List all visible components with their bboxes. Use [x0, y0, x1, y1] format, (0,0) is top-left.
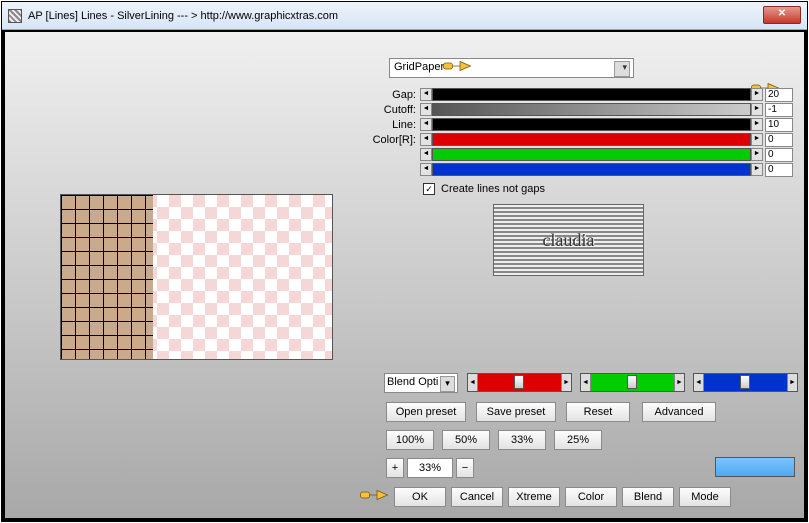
colorG-slider[interactable]: [432, 148, 751, 161]
gap-increase[interactable]: ►: [751, 88, 763, 101]
red-slider-inc[interactable]: ►: [561, 374, 571, 391]
preset-value: GridPaper: [394, 61, 444, 73]
red-slider-track[interactable]: [478, 374, 561, 391]
create-lines-checkbox-row: ✓ Create lines not gaps: [423, 183, 545, 195]
colorR-row: Color[R]: ◄ ► 0: [368, 132, 793, 147]
reset-button[interactable]: Reset: [566, 402, 630, 422]
colorB-slider[interactable]: [432, 163, 751, 176]
line-row: Line: ◄ ► 10: [368, 117, 793, 132]
logo-text: claudia: [543, 230, 595, 251]
line-slider[interactable]: [432, 118, 751, 131]
close-button[interactable]: ✕: [763, 6, 801, 24]
zoom-100-button[interactable]: 100%: [386, 430, 434, 450]
advanced-button[interactable]: Advanced: [642, 402, 716, 422]
colorG-value[interactable]: 0: [765, 148, 793, 162]
colorB-value[interactable]: 0: [765, 163, 793, 177]
blend-button[interactable]: Blend: [622, 487, 674, 507]
red-slider-dec[interactable]: ◄: [468, 374, 478, 391]
blue-slider-dec[interactable]: ◄: [694, 374, 704, 391]
logo-banner: claudia: [493, 204, 644, 276]
colorG-row: ◄ ► 0: [368, 147, 793, 162]
line-increase[interactable]: ►: [751, 118, 763, 131]
blue-slider[interactable]: ◄ ►: [693, 373, 798, 392]
cutoff-slider[interactable]: [432, 103, 751, 116]
color-button[interactable]: Color: [565, 487, 617, 507]
colorR-decrease[interactable]: ◄: [420, 133, 432, 146]
pointer-hand-icon: [359, 485, 389, 505]
colorR-increase[interactable]: ►: [751, 133, 763, 146]
dialog-window: AP [Lines] Lines - SilverLining --- > ht…: [1, 1, 808, 522]
color-swatch[interactable]: [715, 457, 795, 477]
window-title: AP [Lines] Lines - SilverLining --- > ht…: [28, 10, 338, 22]
colorR-label: Color[R]:: [368, 134, 420, 146]
slider-thumb[interactable]: [627, 375, 637, 389]
blue-slider-track[interactable]: [704, 374, 787, 391]
zoom-out-button[interactable]: −: [456, 458, 474, 478]
red-slider[interactable]: ◄ ►: [467, 373, 572, 392]
gap-value[interactable]: 20: [765, 88, 793, 102]
cutoff-value[interactable]: -1: [765, 103, 793, 117]
line-label: Line:: [368, 119, 420, 131]
gap-label: Gap:: [368, 89, 420, 101]
line-decrease[interactable]: ◄: [420, 118, 432, 131]
zoom-50-button[interactable]: 50%: [442, 430, 490, 450]
client-area: GridPaper Gap: ◄ ► 20 Cutoff: ◄ ► -1 Lin…: [2, 30, 807, 521]
mode-button[interactable]: Mode: [679, 487, 731, 507]
green-slider[interactable]: ◄ ►: [580, 373, 685, 392]
zoom-in-button[interactable]: +: [386, 458, 404, 478]
app-icon: [8, 9, 22, 23]
colorB-decrease[interactable]: ◄: [420, 163, 432, 176]
cancel-button[interactable]: Cancel: [451, 487, 503, 507]
gap-row: Gap: ◄ ► 20: [368, 87, 793, 102]
save-preset-button[interactable]: Save preset: [476, 402, 556, 422]
titlebar[interactable]: AP [Lines] Lines - SilverLining --- > ht…: [2, 2, 807, 30]
cutoff-increase[interactable]: ►: [751, 103, 763, 116]
zoom-33-button[interactable]: 33%: [498, 430, 546, 450]
open-preset-button[interactable]: Open preset: [386, 402, 466, 422]
slider-thumb[interactable]: [740, 375, 750, 389]
create-lines-checkbox[interactable]: ✓: [423, 183, 435, 195]
colorB-increase[interactable]: ►: [751, 163, 763, 176]
cutoff-decrease[interactable]: ◄: [420, 103, 432, 116]
colorG-increase[interactable]: ►: [751, 148, 763, 161]
create-lines-label: Create lines not gaps: [441, 183, 545, 195]
colorR-value[interactable]: 0: [765, 133, 793, 147]
gap-decrease[interactable]: ◄: [420, 88, 432, 101]
zoom-value[interactable]: 33%: [407, 458, 453, 478]
xtreme-button[interactable]: Xtreme: [508, 487, 560, 507]
colorG-decrease[interactable]: ◄: [420, 148, 432, 161]
cutoff-row: Cutoff: ◄ ► -1: [368, 102, 793, 117]
green-slider-inc[interactable]: ►: [674, 374, 684, 391]
blend-value: Blend Opti: [387, 376, 438, 388]
green-slider-track[interactable]: [591, 374, 674, 391]
preview-panel: [60, 194, 333, 360]
preview-grid-image: [61, 195, 153, 359]
slider-thumb[interactable]: [514, 375, 524, 389]
colorR-slider[interactable]: [432, 133, 751, 146]
blend-dropdown[interactable]: Blend Opti: [384, 373, 458, 393]
green-slider-dec[interactable]: ◄: [581, 374, 591, 391]
pointer-hand-icon: [442, 56, 472, 76]
gap-slider[interactable]: [432, 88, 751, 101]
ok-button[interactable]: OK: [394, 487, 446, 507]
line-value[interactable]: 10: [765, 118, 793, 132]
colorB-row: ◄ ► 0: [368, 162, 793, 177]
cutoff-label: Cutoff:: [368, 104, 420, 116]
preset-dropdown[interactable]: GridPaper: [389, 58, 634, 78]
blue-slider-inc[interactable]: ►: [787, 374, 797, 391]
zoom-25-button[interactable]: 25%: [554, 430, 602, 450]
